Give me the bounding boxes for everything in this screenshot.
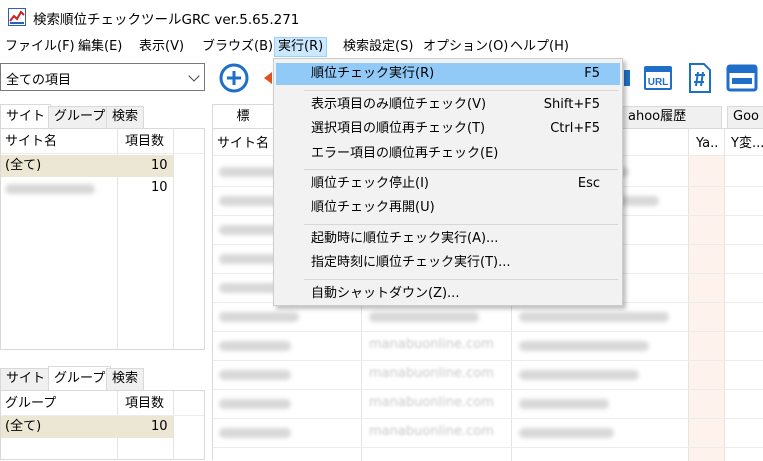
menu-item-resume-check[interactable]: 順位チェック再開(U) — [276, 197, 620, 219]
run-menu-dropdown: 順位チェック実行(R) F5 表示項目のみ順位チェック(V) Shift+F5 選択… — [273, 58, 623, 306]
blurred-cell — [369, 312, 479, 322]
tab-site[interactable]: サイト — [0, 104, 52, 128]
column-header-yahoo-change[interactable]: Y変... — [731, 133, 763, 154]
app-icon — [8, 8, 26, 26]
menu-item-check-visible-only[interactable]: 表示項目のみ順位チェック(V) Shift+F5 — [276, 94, 620, 116]
menu-item-label: 起動時に順位チェック実行(A)... — [311, 231, 499, 246]
menu-item-run-rank-check[interactable]: 順位チェック実行(R) F5 — [276, 63, 620, 85]
blurred-cell — [219, 312, 299, 322]
tab-group[interactable]: グループ — [48, 366, 112, 390]
column-header-item-count[interactable]: 項目数 — [125, 393, 164, 414]
menu-item-label: エラー項目の順位再チェック(E) — [311, 146, 499, 161]
item-count-cell: 10 — [151, 419, 168, 434]
blurred-cell — [519, 370, 639, 380]
menu-item-label: 順位チェック停止(I) — [311, 176, 429, 191]
menu-item-label: 順位チェック実行(R) — [311, 66, 435, 81]
menu-item-shortcut: F5 — [584, 66, 600, 81]
site-name-cell: (全て) — [5, 158, 42, 173]
site-list-panel: サイト名 項目数 (全て) 10 10 — [0, 128, 205, 350]
menu-item-recheck-errors[interactable]: エラー項目の順位再チェック(E) — [276, 143, 620, 165]
menu-item-label: 順位チェック再開(U) — [311, 200, 435, 215]
menu-item-run-at-time[interactable]: 指定時刻に順位チェック実行(T)... — [276, 252, 620, 274]
tab-group[interactable]: グループ — [48, 106, 112, 128]
url-icon[interactable]: URL — [642, 62, 674, 94]
rank-column-highlight — [689, 156, 724, 461]
menu-item-run-on-startup[interactable]: 起動時に順位チェック実行(A)... — [276, 228, 620, 250]
column-header-site-name[interactable]: サイト名 — [5, 131, 57, 152]
column-header-yahoo[interactable]: Ya.. — [696, 133, 718, 154]
menu-options[interactable]: オプション(O) — [420, 37, 511, 57]
menu-item-auto-shutdown[interactable]: 自動シャットダウン(Z)... — [276, 283, 620, 305]
tab-google[interactable]: Goo — [727, 106, 763, 128]
tab-search[interactable]: 検索 — [106, 106, 145, 128]
menu-item-label: 表示項目のみ順位チェック(V) — [311, 97, 487, 112]
window-title: 検索順位チェックツールGRC ver.5.65.271 — [33, 12, 300, 28]
tab-standard[interactable]: 標 — [212, 104, 274, 128]
blurred-cell — [219, 370, 291, 380]
menu-item-label: 指定時刻に順位チェック実行(T)... — [311, 255, 511, 270]
group-name-cell: (全て) — [5, 419, 42, 434]
url-cell: manabuonline.com — [369, 395, 494, 410]
url-cell: manabuonline.com — [369, 366, 494, 381]
toolbar-icon-partial[interactable] — [624, 62, 634, 94]
add-icon[interactable] — [218, 62, 250, 94]
menu-edit[interactable]: 編集(E) — [75, 37, 125, 57]
title-bar: 検索順位チェックツールGRC ver.5.65.271 — [0, 0, 763, 34]
column-header-item-count[interactable]: 項目数 — [125, 131, 164, 152]
hash-icon[interactable] — [684, 62, 716, 94]
menu-browse[interactable]: ブラウズ(B) — [199, 37, 276, 57]
column-header-site-name[interactable]: サイト名 — [217, 133, 269, 154]
menu-item-stop-check[interactable]: 順位チェック停止(I) Esc — [276, 173, 620, 195]
filter-select-value: 全ての項目 — [6, 73, 72, 88]
menu-help[interactable]: ヘルプ(H) — [507, 37, 572, 57]
menu-run[interactable]: 実行(R) — [274, 37, 328, 57]
item-count-cell: 10 — [151, 158, 168, 173]
menu-item-label: 自動シャットダウン(Z)... — [311, 286, 460, 301]
filter-select[interactable]: 全ての項目 — [0, 63, 205, 91]
window-layout-icon[interactable] — [726, 62, 758, 94]
tab-site[interactable]: サイト — [0, 368, 52, 390]
blurred-cell — [219, 399, 291, 409]
menu-search-settings[interactable]: 検索設定(S) — [340, 37, 416, 57]
url-cell: manabuonline.com — [369, 337, 494, 352]
url-icon-label: URL — [648, 77, 669, 88]
blurred-cell — [519, 399, 609, 409]
menu-item-label: 選択項目の順位再チェック(T) — [311, 121, 486, 136]
arrow-left-icon[interactable] — [262, 62, 272, 94]
left-top-tabs: サイト グループ 検索 — [0, 104, 205, 128]
blurred-cell — [219, 341, 291, 351]
menu-bar: ファイル(F) 編集(E) 表示(V) ブラウズ(B) 実行(R) 検索設定(S… — [0, 34, 763, 58]
blurred-cell — [219, 428, 291, 438]
url-cell: manabuonline.com — [369, 424, 494, 439]
blurred-cell — [519, 312, 669, 322]
blurred-cell — [519, 428, 614, 438]
left-bottom-tabs: サイト グループ 検索 — [0, 366, 205, 390]
menu-item-shortcut: Esc — [577, 176, 600, 191]
blurred-cell — [519, 341, 649, 351]
menu-item-recheck-selected[interactable]: 選択項目の順位再チェック(T) Ctrl+F5 — [276, 118, 620, 140]
blurred-site-name — [5, 184, 95, 194]
group-list-panel: グループ 項目数 (全て) 10 — [0, 390, 205, 460]
column-header-group[interactable]: グループ — [5, 393, 56, 414]
menu-view[interactable]: 表示(V) — [136, 37, 187, 57]
tab-search[interactable]: 検索 — [106, 368, 145, 390]
menu-file[interactable]: ファイル(F) — [2, 37, 78, 57]
menu-item-shortcut: Ctrl+F5 — [550, 121, 600, 136]
menu-item-shortcut: Shift+F5 — [543, 97, 600, 112]
chevron-down-icon — [188, 70, 200, 82]
item-count-cell: 10 — [151, 180, 168, 195]
tab-yahoo-history[interactable]: ahoo履歴 — [622, 106, 722, 128]
